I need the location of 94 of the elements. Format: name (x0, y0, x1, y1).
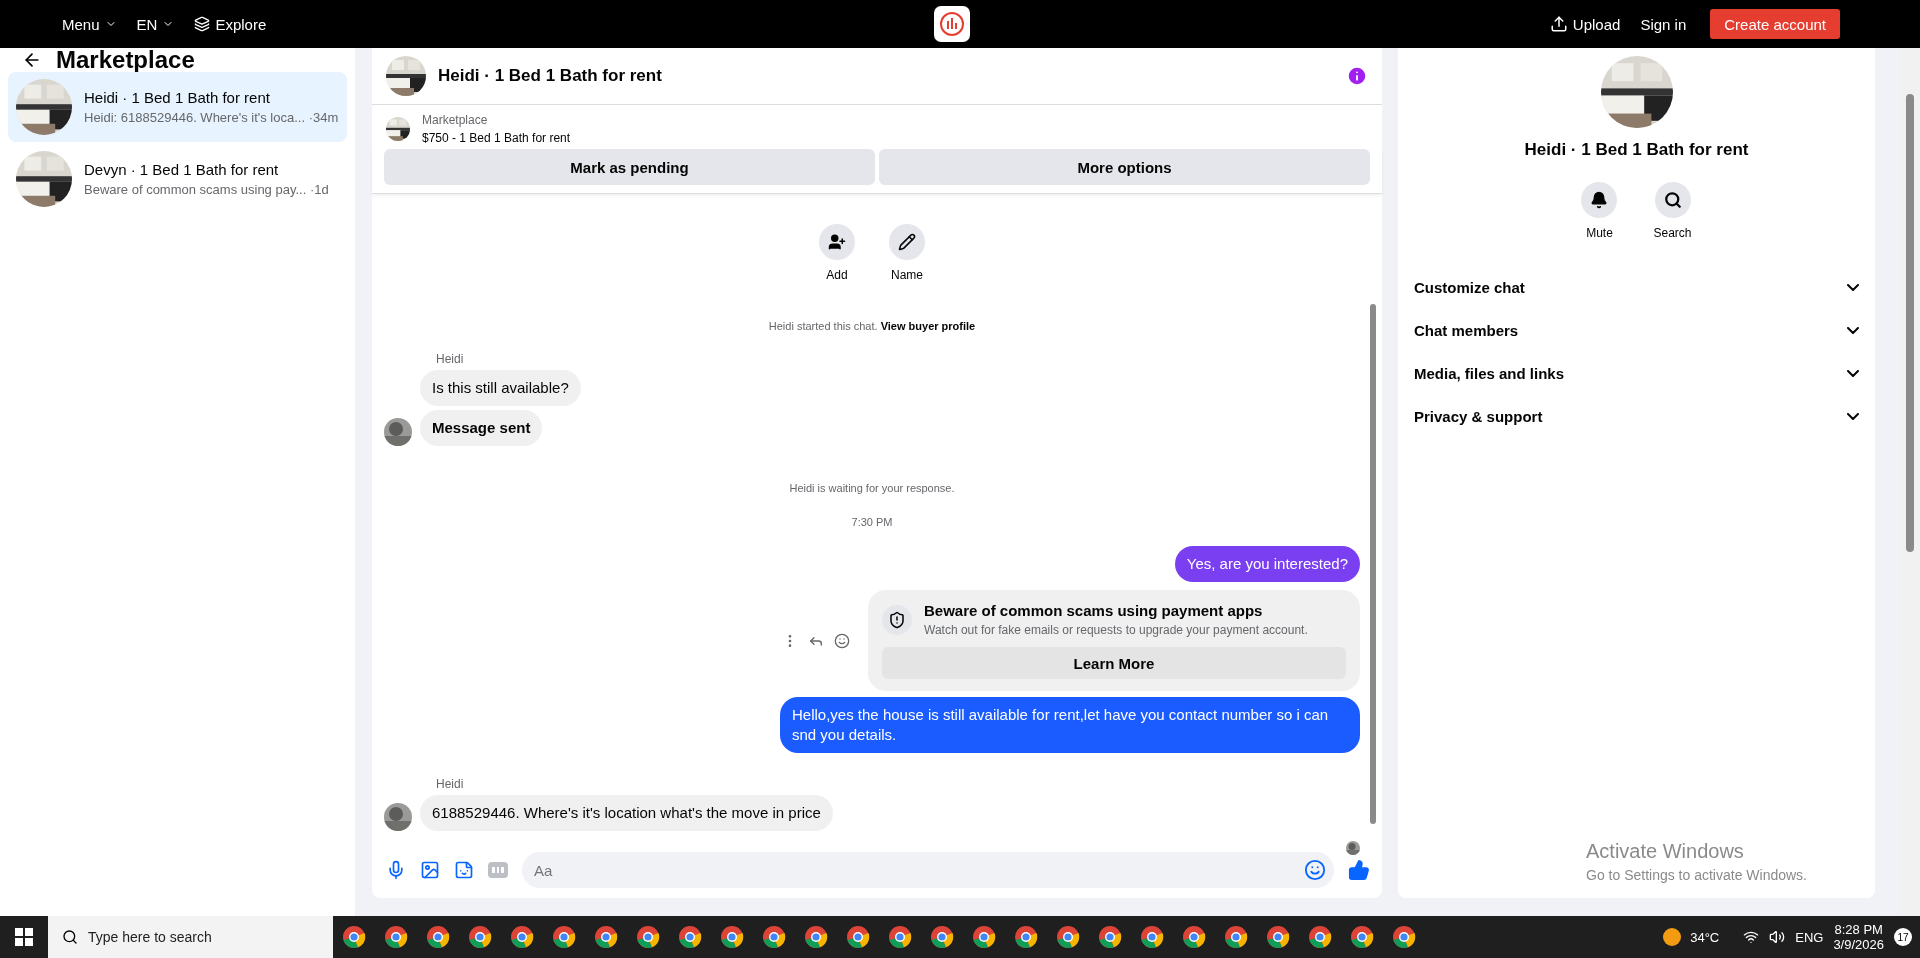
explore-link[interactable]: Explore (194, 15, 267, 33)
browser-icon[interactable] (510, 925, 534, 949)
browser-icon[interactable] (594, 925, 618, 949)
browser-icon[interactable] (1224, 925, 1248, 949)
conversation-item[interactable]: Devyn · 1 Bed 1 Bath for rent Beware of common scams using pay... ·1d (8, 144, 347, 214)
status-note: Heidi is waiting for your response. (789, 482, 955, 494)
page-scrollbar[interactable] (1906, 94, 1914, 552)
browser-icon[interactable] (552, 925, 576, 949)
sender-name: Heidi (436, 352, 465, 366)
logo-icon[interactable] (934, 6, 970, 42)
learn-more-button[interactable]: Learn More (882, 647, 1346, 679)
details-section[interactable]: Chat members (1398, 309, 1875, 352)
emoji-icon[interactable] (834, 632, 850, 649)
shield-icon (888, 610, 906, 629)
windows-start-icon[interactable] (15, 928, 33, 946)
browser-icon[interactable] (720, 925, 744, 949)
browser-icon[interactable] (468, 925, 492, 949)
browser-icon[interactable] (1266, 925, 1290, 949)
search-icon (1663, 191, 1682, 209)
details-section[interactable]: Privacy & support (1398, 395, 1875, 438)
conversation-item[interactable]: Heidi · 1 Bed 1 Bath for rent Heidi: 6188529446. Where's it's loca... ·34m (8, 72, 347, 142)
search-icon (62, 929, 78, 945)
pencil-icon (898, 233, 916, 251)
browser-icon[interactable] (930, 925, 954, 949)
outgoing-message: Hello,yes the house is still available for rent,let have you contact number so i can snd you details. (780, 697, 1360, 753)
browser-icon[interactable] (1308, 925, 1332, 949)
details-section[interactable]: Customize chat (1398, 266, 1875, 309)
like-icon[interactable] (1348, 859, 1370, 881)
sidebar-title: Marketplace (56, 46, 195, 74)
browser-icon[interactable] (804, 925, 828, 949)
browser-icon[interactable] (636, 925, 660, 949)
create-account-button[interactable]: Create account (1710, 9, 1840, 39)
conversation-preview: Heidi: 6188529446. Where's it's loca... ·34m (84, 110, 339, 125)
incoming-message: 6188529446. Where's it's location what's the move in price (420, 795, 833, 831)
layers-icon (194, 16, 211, 32)
browser-icon[interactable] (762, 925, 786, 949)
outgoing-message: Yes, are you interested? (1174, 546, 1360, 582)
bell-icon (1590, 191, 1609, 209)
sign-in-link[interactable]: Sign in (1640, 15, 1687, 33)
chat-start-note: Heidi started this chat. View buyer profile (768, 320, 976, 332)
browser-icon[interactable] (888, 925, 912, 949)
menu-link[interactable]: Menu (62, 15, 117, 33)
input-language[interactable]: ENG (1795, 929, 1824, 945)
details-title: Heidi · 1 Bed 1 Bath for rent (1524, 140, 1749, 160)
browser-icon[interactable] (1014, 925, 1038, 949)
sticker-icon[interactable] (454, 860, 474, 880)
listing-action-button[interactable]: Mark as pending (384, 149, 875, 185)
browser-icon[interactable] (1350, 925, 1374, 949)
clock-time: 8:28 PM (1834, 922, 1883, 937)
notification-count[interactable]: 17 (1894, 928, 1912, 946)
sender-name: Heidi (436, 777, 465, 791)
weather-icon[interactable] (1662, 927, 1683, 947)
browser-icon[interactable] (342, 925, 366, 949)
volume-icon[interactable] (1769, 929, 1786, 945)
network-icon[interactable] (1743, 929, 1760, 945)
browser-icon[interactable] (1140, 925, 1164, 949)
info-icon[interactable] (1346, 65, 1368, 87)
image-icon[interactable] (420, 860, 440, 880)
timestamp: 7:30 PM (851, 516, 893, 528)
upload-icon (1549, 15, 1568, 33)
taskbar-search-field[interactable]: Type here to search (48, 916, 333, 958)
add-person-icon (828, 233, 846, 251)
browser-icon[interactable] (1182, 925, 1206, 949)
browser-icon[interactable] (1392, 925, 1416, 949)
incoming-message: Is this still available? (420, 370, 581, 406)
browser-icon[interactable] (972, 925, 996, 949)
warning-title: Beware of common scams using payment apps (924, 602, 1264, 619)
chat-title: Heidi · 1 Bed 1 Bath for rent (438, 66, 663, 86)
browser-icon[interactable] (1098, 925, 1122, 949)
details-section[interactable]: Media, files and links (1398, 352, 1875, 395)
clock-date: 3/9/2026 (1833, 937, 1884, 952)
scrollbar[interactable] (1370, 304, 1376, 824)
conversation-title: Devyn · 1 Bed 1 Bath for rent (84, 161, 280, 178)
conversation-preview: Beware of common scams using pay... ·1d (84, 182, 329, 197)
incoming-message: Message sent (420, 410, 543, 446)
conversation-title: Heidi · 1 Bed 1 Bath for rent (84, 89, 271, 106)
microphone-icon[interactable] (386, 860, 406, 880)
view-buyer-profile-link[interactable]: View buyer profile (880, 320, 976, 332)
browser-icon[interactable] (1056, 925, 1080, 949)
browser-icon[interactable] (846, 925, 870, 949)
warning-text: Watch out for fake emails or requests to upgrade your payment account. (924, 623, 1308, 637)
activation-text: Go to Settings to activate Windows. (1586, 867, 1807, 883)
emoji-icon[interactable] (1304, 859, 1326, 881)
weather-temperature: 34°C (1690, 929, 1720, 945)
listing-label: Marketplace (422, 113, 489, 127)
browser-icon[interactable] (426, 925, 450, 949)
browser-icon[interactable] (384, 925, 408, 949)
language-link[interactable]: EN (136, 15, 175, 33)
message-field[interactable]: Aa (522, 852, 1334, 888)
activation-title: Activate Windows (1586, 840, 1745, 863)
listing-action-button[interactable]: More options (879, 149, 1370, 185)
browser-icon[interactable] (678, 925, 702, 949)
listing-price: $750 - 1 Bed 1 Bath for rent (422, 131, 571, 145)
upload-link[interactable]: Upload (1549, 15, 1621, 33)
